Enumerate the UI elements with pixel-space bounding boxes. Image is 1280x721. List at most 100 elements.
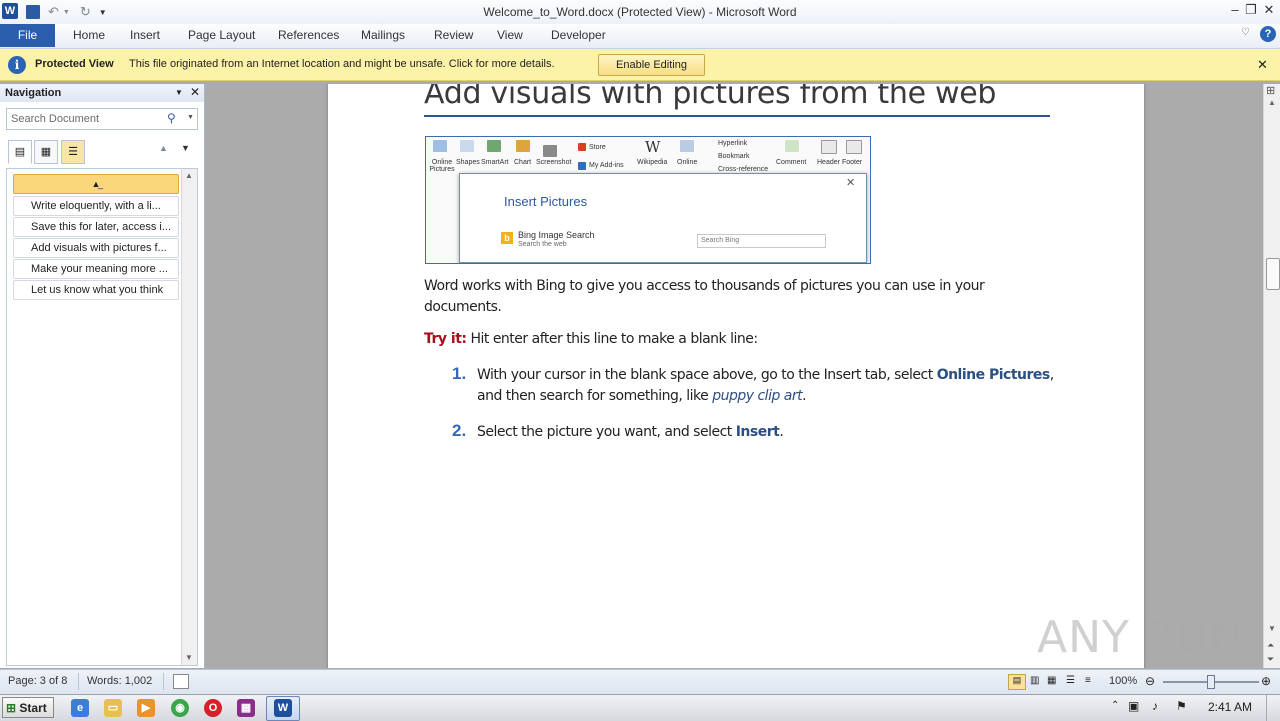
scroll-thumb[interactable] [1266,258,1280,290]
internet-explorer-icon[interactable]: e [71,699,89,717]
search-icon[interactable]: ⚲ [167,111,176,125]
try-it-label: Try it: [424,331,467,347]
tab-file[interactable]: File [0,24,55,47]
status-separator [163,673,164,690]
try-it-paragraph: Try it: Hit enter after this line to mak… [424,329,758,350]
mini-label: Online [677,159,698,166]
start-label: Start [19,701,47,715]
mini-label: My Add-ins [589,162,624,169]
show-hidden-icons-icon[interactable]: ⌃ [1111,700,1119,711]
tab-view[interactable]: View [497,28,523,42]
word-taskbar-button[interactable]: W [266,696,300,721]
close-window-icon[interactable]: ✕ [1260,2,1278,18]
enable-editing-button[interactable]: Enable Editing [598,54,705,76]
mini-label: Comment [776,159,807,166]
smartart-icon [487,140,501,152]
nav-scrollbar[interactable]: ▲ ▼ [181,169,197,665]
step-1-line-1: With your cursor in the blank space abov… [477,365,1054,386]
document-scrollbar[interactable]: ⊞ ▲ ▼ ⏶ ⏷ [1263,84,1280,668]
tab-insert[interactable]: Insert [130,28,160,42]
insert-emphasis: Insert [735,424,780,440]
document-page[interactable]: Add visuals with pictures from the web O… [328,84,1144,668]
nav-heading-item[interactable]: Write eloquently, with a li... [13,196,179,216]
nav-heading-item[interactable]: Add visuals with pictures f... [13,238,179,258]
restore-icon[interactable]: ❐ [1242,2,1260,18]
close-pane-icon[interactable]: ✕ [190,85,200,99]
protected-view-bar: i Protected View This file originated fr… [0,49,1280,81]
scroll-down-icon[interactable]: ▼ [185,653,193,662]
nav-heading-item[interactable]: Make your meaning more ... [13,259,179,279]
browse-pages-tab-icon[interactable]: ▦ [34,140,58,164]
volume-icon[interactable]: ♪ [1152,699,1158,713]
zoom-in-icon[interactable]: ⊕ [1261,674,1271,688]
scroll-down-icon[interactable]: ▼ [1268,624,1276,633]
zoom-out-icon[interactable]: ⊖ [1145,674,1155,688]
file-explorer-icon[interactable]: ▭ [104,699,122,717]
pane-options-icon[interactable]: ▼ [175,88,183,97]
action-center-flag-icon[interactable]: ⚑ [1176,699,1187,713]
nav-collapse-top-icon[interactable]: ▲̲ [13,174,179,194]
mini-label: Online Pictures [429,159,455,173]
start-button[interactable]: ⊞ Start [2,697,54,718]
show-desktop-button[interactable] [1266,695,1280,721]
opera-icon[interactable]: O [204,699,222,717]
print-layout-view-icon[interactable]: ▤ [1008,674,1026,690]
macro-record-icon[interactable] [173,674,189,689]
ribbon-minimize-icon[interactable]: ♡ [1241,27,1250,38]
draft-view-icon[interactable]: ≡ [1085,675,1091,686]
nav-heading-item[interactable]: Save this for later, access i... [13,217,179,237]
word-count[interactable]: Words: 1,002 [87,675,152,687]
info-shield-icon: i [8,56,26,74]
tab-references[interactable]: References [278,28,339,42]
previous-heading-icon[interactable]: ▲ [159,143,168,153]
close-bar-icon[interactable]: ✕ [1257,57,1268,73]
full-screen-reading-icon[interactable]: ▥ [1030,675,1039,686]
browse-results-tab-icon[interactable]: ☰ [61,140,85,164]
puppy-clip-art-emphasis: puppy clip art [712,388,803,404]
search-document-input[interactable]: Search Document ⚲ ▼ [6,108,198,130]
scroll-up-icon[interactable]: ▲ [185,171,193,180]
taskbar: ⊞ Start e ▭ ▶ ◉ O ▦ W ⌃ ▣ ♪ ⚑ 2:41 AM [0,694,1280,721]
scroll-up-icon[interactable]: ▲ [1268,98,1276,107]
list-number: 2. [452,421,467,440]
chrome-icon[interactable]: ◉ [171,699,189,717]
winrar-icon[interactable]: ▦ [237,699,255,717]
mini-label: Footer [842,159,863,166]
comment-icon [785,140,799,152]
tab-home[interactable]: Home [73,28,105,42]
search-options-icon[interactable]: ▼ [187,114,194,121]
previous-page-icon[interactable]: ⏶ [1267,640,1274,651]
footer-icon [846,140,862,154]
mini-label: Bookmark [718,153,750,160]
media-player-icon[interactable]: ▶ [137,699,155,717]
ruler-toggle-icon[interactable]: ⊞ [1266,84,1275,97]
online-pictures-emphasis: Online Pictures [936,367,1051,383]
tab-mailings[interactable]: Mailings [361,28,405,42]
header-icon [821,140,837,154]
title-bar: W ↶ ▼ ↻ ▼ Welcome_to_Word.docx (Protecte… [0,0,1280,24]
clock[interactable]: 2:41 AM [1208,700,1252,714]
web-layout-icon[interactable]: ▦ [1047,675,1056,686]
online-pictures-icon [433,140,447,152]
tab-developer[interactable]: Developer [551,28,606,42]
zoom-slider-thumb[interactable] [1207,675,1215,689]
nav-heading-item[interactable]: Let us know what you think [13,280,179,300]
browse-headings-tab-icon[interactable]: ▤ [8,140,32,164]
tab-page-layout[interactable]: Page Layout [188,28,255,42]
network-icon[interactable]: ▣ [1128,699,1139,713]
outline-view-icon[interactable]: ☰ [1066,675,1075,686]
step-text: . [802,388,807,404]
page-count[interactable]: Page: 3 of 8 [8,675,67,687]
protected-view-message[interactable]: This file originated from an Internet lo… [129,58,555,70]
zoom-level[interactable]: 100% [1109,675,1137,687]
step-1-line-2: and then search for something, like pupp… [477,386,807,407]
next-page-icon[interactable]: ⏷ [1267,654,1274,665]
mini-label: Wikipedia [637,159,668,166]
step-2: Select the picture you want, and select … [477,422,784,443]
tab-review[interactable]: Review [434,28,473,42]
next-heading-icon[interactable]: ▼ [181,143,190,153]
try-it-text: Hit enter after this line to make a blan… [466,331,758,347]
help-icon[interactable]: ? [1260,26,1276,42]
mini-label: Header [817,159,840,166]
ribbon-tabs: Home Insert Page Layout References Maili… [0,24,1280,49]
